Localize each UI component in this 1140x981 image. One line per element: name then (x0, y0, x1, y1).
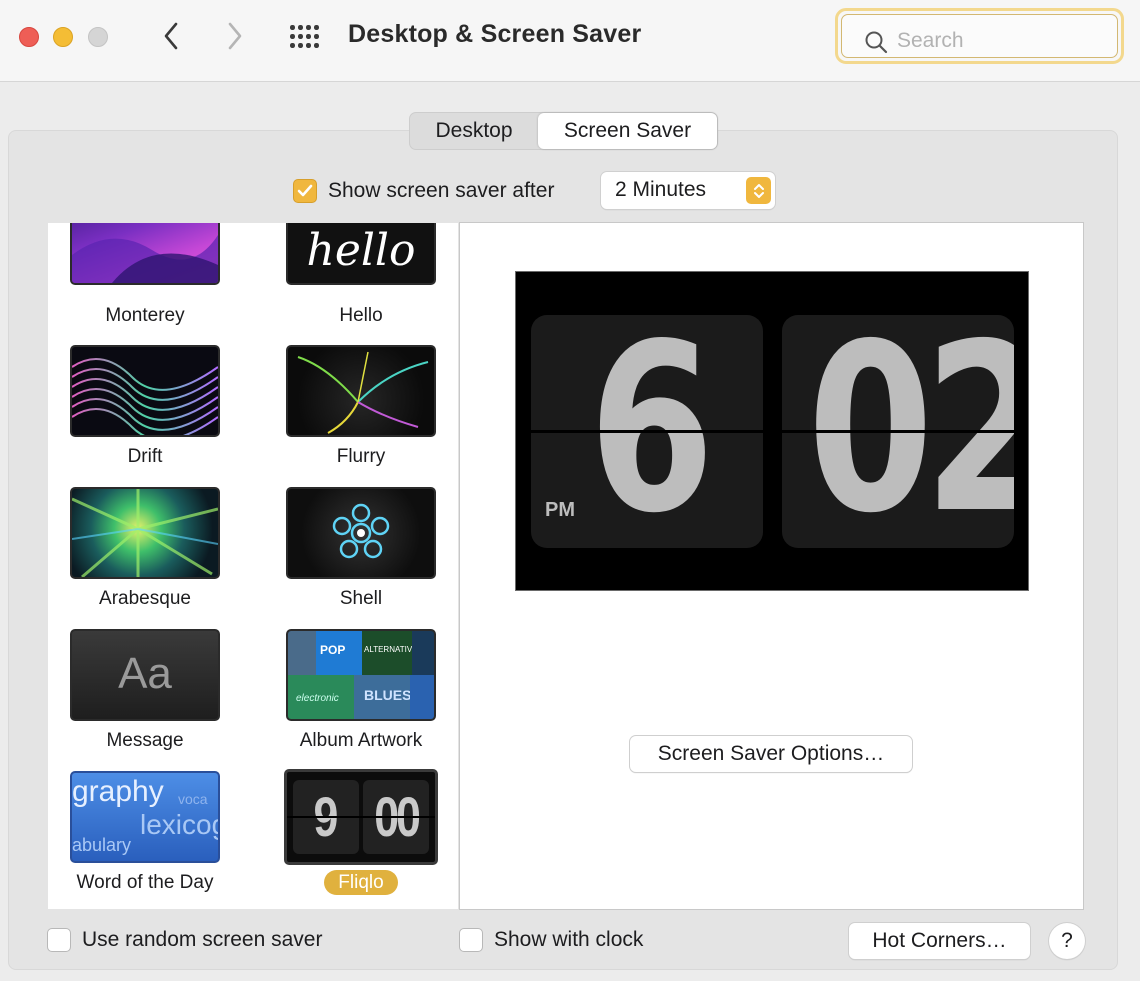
message-thumb-text: Aa (118, 649, 172, 698)
show-all-grid-icon[interactable] (288, 23, 324, 51)
tab-screen-saver[interactable]: Screen Saver (538, 113, 717, 149)
checkmark-icon (297, 184, 313, 197)
screen-saver-list[interactable]: Monterey hello Hello Drift Flurry Arabes… (48, 223, 458, 909)
show-screen-saver-checkbox[interactable] (293, 179, 317, 203)
show-screen-saver-label: Show screen saver after (328, 179, 555, 202)
use-random-screen-saver-row: Use random screen saver (47, 928, 322, 952)
use-random-screen-saver-checkbox[interactable] (47, 928, 71, 952)
minute-flip-card: 02 (782, 315, 1014, 548)
album-artwork-thumbnail: POP ALTERNATIVE electronic BLUES (286, 629, 436, 721)
flurry-thumbnail (286, 345, 436, 437)
screen-saver-options-button[interactable]: Screen Saver Options… (630, 736, 912, 772)
screen-saver-item-album-artwork[interactable]: POP ALTERNATIVE electronic BLUES Album A… (264, 599, 444, 751)
window-title: Desktop & Screen Saver (348, 20, 642, 48)
wotd-thumb-text: voca (178, 791, 208, 807)
drift-thumbnail (70, 345, 220, 437)
arabesque-thumbnail (70, 487, 220, 579)
wotd-thumb-text: graphy (72, 775, 164, 808)
fliqlo-thumbnail: 9 00 (284, 769, 438, 865)
album-thumb-text: ALTERNATIVE (364, 645, 418, 654)
forward-button[interactable] (217, 18, 253, 54)
show-with-clock-checkbox[interactable] (459, 928, 483, 952)
screen-saver-item-word-of-the-day[interactable]: graphy voca lexicog abulary Word of the … (48, 741, 228, 893)
word-of-the-day-thumbnail: graphy voca lexicog abulary (70, 771, 220, 863)
title-bar: Desktop & Screen Saver Search (0, 0, 1140, 82)
chevron-left-icon (164, 22, 178, 50)
delay-value: 2 Minutes (615, 178, 707, 201)
show-with-clock-label: Show with clock (494, 928, 644, 951)
search-placeholder: Search (897, 29, 964, 52)
close-window-button[interactable] (19, 27, 39, 47)
screen-saver-item-hello[interactable]: hello Hello (264, 223, 444, 326)
fliqlo-clock-preview: 6 PM 02 (515, 271, 1029, 591)
screen-saver-item-flurry[interactable]: Flurry (264, 315, 444, 467)
hot-corners-button[interactable]: Hot Corners… (849, 923, 1030, 959)
show-screen-saver-after-row: Show screen saver after (293, 174, 554, 208)
screen-saver-name: Fliqlo (264, 870, 458, 895)
hour-digits: 6 (588, 315, 715, 548)
search-icon (865, 31, 888, 54)
hour-flip-card: 6 PM (531, 315, 763, 548)
album-thumb-text: BLUES (364, 687, 412, 703)
screen-saver-item-drift[interactable]: Drift (48, 315, 228, 467)
album-thumb-text: POP (320, 643, 346, 657)
album-thumb-text: electronic (296, 693, 339, 704)
shell-thumbnail (286, 487, 436, 579)
ampm-label: PM (545, 499, 575, 521)
tab-segmented-control: Desktop Screen Saver (409, 112, 718, 150)
message-thumbnail: Aa (70, 629, 220, 721)
screen-saver-item-fliqlo[interactable]: 9 00 Fliqlo (264, 741, 444, 895)
fliqlo-selected-label: Fliqlo (324, 870, 398, 895)
search-field[interactable]: Search (835, 8, 1124, 64)
popup-arrows-icon (746, 177, 771, 204)
help-button[interactable]: ? (1049, 923, 1085, 959)
monterey-thumbnail (70, 223, 220, 285)
screen-saver-item-arabesque[interactable]: Arabesque (48, 457, 228, 609)
show-with-clock-row: Show with clock (459, 928, 643, 952)
wotd-thumb-text: lexicog (140, 809, 220, 840)
hello-thumbnail: hello (286, 223, 436, 285)
chevron-right-icon (228, 22, 242, 50)
screen-saver-item-message[interactable]: Aa Message (48, 599, 228, 751)
use-random-screen-saver-label: Use random screen saver (82, 928, 323, 951)
screen-saver-item-monterey[interactable]: Monterey (48, 223, 228, 326)
hello-thumb-text: hello (306, 225, 416, 276)
delay-popup-button[interactable]: 2 Minutes (601, 172, 775, 209)
back-button[interactable] (153, 18, 189, 54)
tab-desktop[interactable]: Desktop (410, 113, 538, 149)
minimize-window-button[interactable] (53, 27, 73, 47)
zoom-window-button[interactable] (88, 27, 108, 47)
screen-saver-preview: 6 PM 02 (459, 222, 1084, 910)
wotd-thumb-text: abulary (72, 835, 132, 855)
screen-saver-name: Word of the Day (76, 872, 214, 893)
minute-digits: 02 (807, 315, 1014, 548)
screen-saver-item-shell[interactable]: Shell (264, 457, 444, 609)
